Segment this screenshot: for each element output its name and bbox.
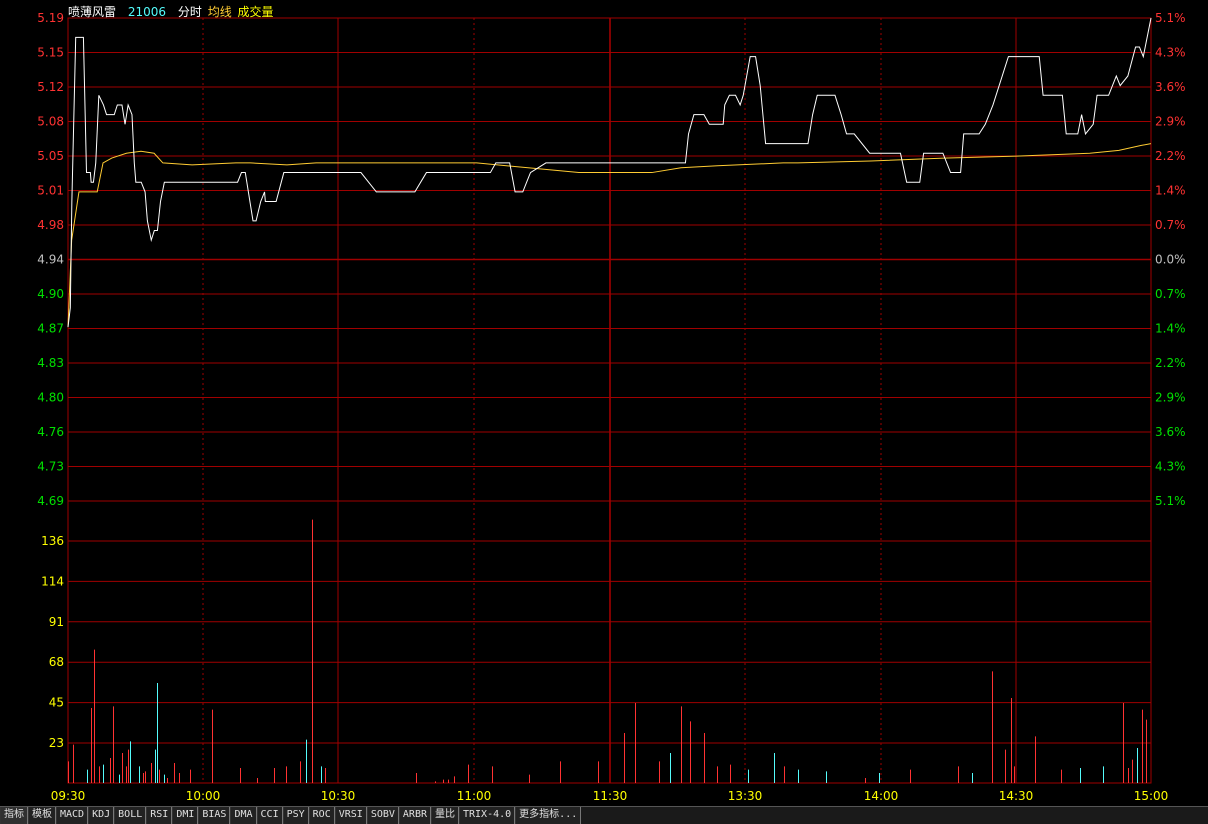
indicator-tab[interactable]: ARBR (398, 807, 431, 824)
price-tick-label: 4.80 (37, 391, 64, 405)
volume-tick-label: 68 (49, 655, 64, 669)
percent-tick-label: 4.3% (1155, 460, 1186, 474)
price-tick-label: 5.15 (37, 46, 64, 60)
percent-tick-label: 3.6% (1155, 80, 1186, 94)
price-tick-label: 4.98 (37, 218, 64, 232)
price-tick-label: 5.08 (37, 115, 64, 129)
percent-tick-label: 5.1% (1155, 11, 1186, 25)
indicator-tab[interactable]: 更多指标... (515, 807, 582, 824)
percent-tick-label: 0.0% (1155, 253, 1186, 267)
percent-tick-label: 0.7% (1155, 218, 1186, 232)
indicator-tab[interactable]: RSI (146, 807, 173, 824)
price-tick-label: 5.05 (37, 149, 64, 163)
percent-tick-label: 2.2% (1155, 356, 1186, 370)
intraday-chart[interactable]: 5.19 5.1% 5.15 4.3% 5.12 3.6% 5.08 2.9% 5.05 2.2%… (0, 0, 1208, 806)
indicator-tab[interactable]: BOLL (114, 807, 147, 824)
indicator-tab[interactable]: TRIX-4.0 (459, 807, 516, 824)
time-tick-label: 13:30 (728, 789, 763, 803)
percent-tick-label: 2.2% (1155, 149, 1186, 163)
percent-tick-label: 4.3% (1155, 46, 1186, 60)
price-tick-label: 4.90 (37, 287, 64, 301)
volume-tick-label: 45 (49, 696, 64, 710)
price-tick-label: 5.19 (37, 11, 64, 25)
indicator-tab[interactable]: VRSI (334, 807, 367, 824)
indicator-tab[interactable]: 指标 (0, 807, 28, 824)
percent-tick-label: 1.4% (1155, 322, 1186, 336)
indicator-tab[interactable]: DMA (230, 807, 257, 824)
price-tick-label: 4.73 (37, 460, 64, 474)
time-tick-label: 10:30 (321, 789, 356, 803)
percent-tick-label: 2.9% (1155, 391, 1186, 405)
time-tick-label: 10:00 (186, 789, 221, 803)
time-tick-label: 11:00 (457, 789, 492, 803)
price-tick-label: 5.12 (37, 80, 64, 94)
percent-tick-label: 2.9% (1155, 115, 1186, 129)
percent-tick-label: 1.4% (1155, 184, 1186, 198)
volume-tick-label: 23 (49, 736, 64, 750)
percent-tick-label: 3.6% (1155, 425, 1186, 439)
price-tick-label: 5.01 (37, 184, 64, 198)
time-tick-label: 14:00 (864, 789, 899, 803)
time-tick-label: 09:30 (51, 789, 86, 803)
volume-tick-label: 91 (49, 615, 64, 629)
indicator-tab[interactable]: DMI (172, 807, 199, 824)
percent-tick-label: 0.7% (1155, 287, 1186, 301)
indicator-tab[interactable]: ROC (308, 807, 335, 824)
price-tick-label: 4.87 (37, 322, 64, 336)
volume-tick-label: 136 (41, 534, 64, 548)
indicator-tab[interactable]: CCI (256, 807, 283, 824)
price-tick-label: 4.83 (37, 356, 64, 370)
indicator-tab[interactable]: PSY (282, 807, 309, 824)
price-tick-label: 4.94 (37, 253, 64, 267)
percent-tick-label: 5.1% (1155, 494, 1186, 508)
indicator-tab[interactable]: BIAS (198, 807, 231, 824)
volume-tick-label: 114 (41, 574, 64, 588)
indicator-tab[interactable]: 模板 (28, 807, 56, 824)
time-tick-label: 11:30 (593, 789, 628, 803)
indicator-tab[interactable]: KDJ (88, 807, 115, 824)
indicator-toolbar: 指标 模板 MACD KDJ BOLL RSI DMI BIAS DMA CCI PSY ROC VRS… (0, 806, 1208, 824)
indicator-tab[interactable]: 量比 (431, 807, 459, 824)
time-tick-label: 15:00 (1134, 789, 1169, 803)
indicator-tab[interactable]: SOBV (366, 807, 399, 824)
price-tick-label: 4.69 (37, 494, 64, 508)
indicator-tab[interactable]: MACD (56, 807, 89, 824)
time-tick-label: 14:30 (999, 789, 1034, 803)
price-tick-label: 4.76 (37, 425, 64, 439)
